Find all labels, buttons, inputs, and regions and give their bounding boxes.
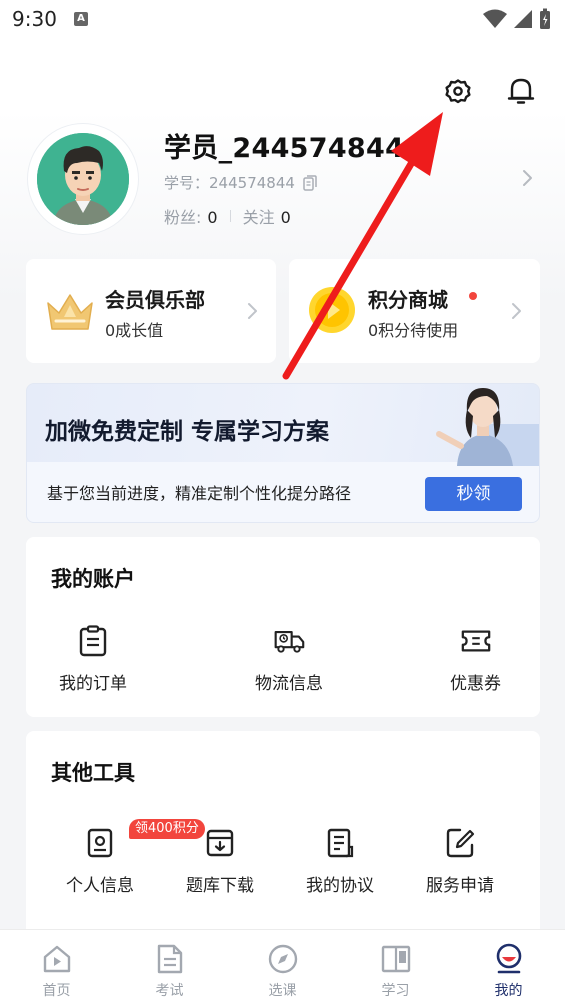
book-icon [379, 942, 413, 976]
tab-mine-label: 我的 [494, 983, 523, 999]
crown-icon [44, 291, 96, 339]
my-orders-label: 我的订单 [59, 674, 127, 694]
gear-icon [445, 79, 471, 104]
copy-icon[interactable] [303, 174, 317, 191]
new-dot-badge [469, 292, 477, 300]
logistics-item[interactable]: 物流信息 [255, 625, 323, 694]
student-id-value: 244574844 [209, 174, 295, 192]
tab-study[interactable]: 学习 [339, 930, 452, 1004]
order-icon [77, 625, 109, 657]
service-request-label: 服务申请 [426, 876, 494, 896]
logistics-label: 物流信息 [255, 674, 323, 694]
bell-icon [507, 78, 535, 104]
growth-value: 0成长值 [105, 321, 164, 340]
tab-mine[interactable]: 我的 [452, 930, 565, 1004]
tab-course-selection-label: 选课 [268, 983, 297, 999]
tab-home[interactable]: 首页 [0, 930, 113, 1004]
member-club-title: 会员俱乐部 [105, 288, 205, 312]
my-orders-item[interactable]: 我的订单 [59, 625, 127, 694]
exam-document-icon [153, 942, 187, 976]
claim-button[interactable]: 秒领 [425, 477, 522, 511]
question-bank-download-item[interactable]: 题库下载 [186, 827, 254, 896]
tab-exam[interactable]: 考试 [113, 930, 226, 1004]
chevron-right-icon [246, 301, 258, 325]
profile-stats: 粉丝: 0 关注 0 [164, 204, 291, 228]
fans-stat[interactable]: 粉丝: 0 [164, 204, 218, 228]
profile-name: 学员_244574844 [164, 133, 405, 164]
my-agreements-label: 我的协议 [306, 876, 374, 896]
service-request-item[interactable]: 服务申请 [426, 827, 494, 896]
study-plan-banner[interactable]: 加微免费定制 专属学习方案 基于您当前进度，精准定制个性化提分路径 秒领 [26, 383, 540, 523]
bottom-tab-bar: 首页 考试 选课 学习 我的 [0, 929, 565, 1004]
profile-detail-link[interactable] [520, 168, 534, 192]
service-request-icon [444, 827, 476, 859]
personal-info-item[interactable]: 个人信息 [66, 827, 134, 896]
follow-stat[interactable]: 关注 0 [243, 204, 291, 228]
fans-count: 0 [207, 208, 218, 227]
tab-study-label: 学习 [381, 983, 410, 999]
banner-subtitle: 基于您当前进度，精准定制个性化提分路径 [47, 484, 352, 503]
personal-info-icon [84, 827, 116, 859]
points-balance: 0积分待使用 [368, 321, 459, 340]
battery-icon [540, 8, 550, 29]
wifi-icon [483, 9, 507, 28]
coupons-label: 优惠券 [450, 674, 501, 694]
avatar[interactable] [28, 124, 138, 234]
notifications-button[interactable] [504, 74, 538, 108]
tab-exam-label: 考试 [155, 983, 184, 999]
avatar-image [37, 133, 129, 225]
profile-icon [492, 942, 526, 976]
student-id-row: 学号：244574844 [164, 172, 317, 193]
delivery-truck-icon [273, 625, 305, 657]
points-mall-title: 积分商城 [368, 288, 448, 312]
coupon-icon [460, 625, 492, 657]
follow-count: 0 [280, 208, 291, 227]
my-agreements-item[interactable]: 我的协议 [306, 827, 374, 896]
chevron-right-icon [523, 170, 532, 186]
chevron-right-icon [510, 301, 522, 325]
tab-course-selection[interactable]: 选课 [226, 930, 339, 1004]
settings-button[interactable] [441, 74, 475, 108]
home-icon [40, 942, 74, 976]
compass-icon [266, 942, 300, 976]
points-mall-card[interactable]: 积分商城 0积分待使用 [289, 259, 540, 363]
coupons-item[interactable]: 优惠券 [450, 625, 501, 694]
my-account-title: 我的账户 [51, 567, 135, 591]
my-account-section: 我的账户 我的订单 物流信息 优惠券 [26, 537, 540, 717]
banner-title: 加微免费定制 专属学习方案 [45, 419, 330, 445]
personal-info-label: 个人信息 [66, 876, 134, 896]
stats-divider [229, 210, 231, 222]
user-avatar-illustration [37, 133, 129, 225]
status-bar: 9:30 A [0, 0, 565, 40]
status-time: 9:30 [12, 7, 57, 31]
other-tools-title: 其他工具 [51, 761, 135, 785]
member-club-card[interactable]: 会员俱乐部 0成长值 [26, 259, 276, 363]
points-coin-icon [307, 287, 357, 339]
consultant-photo [436, 388, 539, 466]
student-id-label: 学号：244574844 [164, 174, 295, 192]
notification-icon: A [74, 12, 88, 26]
tab-home-label: 首页 [42, 983, 71, 999]
agreement-icon [324, 827, 356, 859]
download-box-icon [204, 827, 236, 859]
question-bank-download-label: 题库下载 [186, 876, 254, 896]
other-tools-section: 其他工具 个人信息 领400积分 题库下载 我的协议 服务申请 [26, 731, 540, 951]
signal-icon [514, 10, 532, 28]
status-icons [483, 8, 551, 30]
